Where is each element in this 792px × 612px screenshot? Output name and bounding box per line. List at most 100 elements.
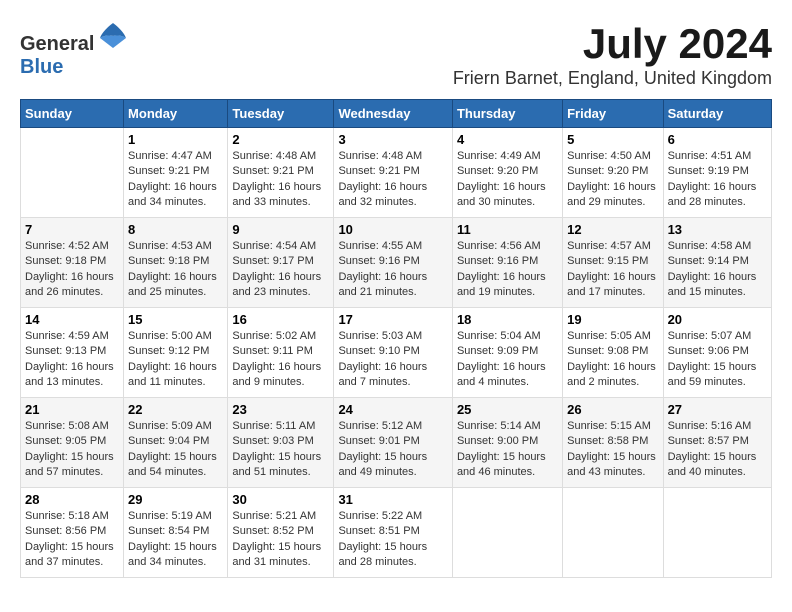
day-info: Sunrise: 4:48 AMSunset: 9:21 PMDaylight:… [338, 149, 448, 211]
calendar-header-row: SundayMondayTuesdayWednesdayThursdayFrid… [21, 100, 772, 128]
day-info: Sunrise: 5:02 AMSunset: 9:11 PMDaylight:… [232, 329, 329, 391]
day-info: Sunrise: 5:03 AMSunset: 9:10 PMDaylight:… [338, 329, 448, 391]
day-cell: 24 Sunrise: 5:12 AMSunset: 9:01 PMDayligh… [334, 398, 453, 488]
day-cell: 16 Sunrise: 5:02 AMSunset: 9:11 PMDayligh… [228, 308, 334, 398]
logo-icon [98, 20, 128, 50]
day-cell: 26Sunrise: 5:15 AMSunset: 8:58 PMDayligh… [563, 398, 663, 488]
day-info: Sunrise: 4:47 AMSunset: 9:21 PMDaylight:… [128, 149, 223, 211]
day-number: 5 [567, 132, 658, 147]
day-number: 31 [338, 492, 448, 507]
day-cell: 27 Sunrise: 5:16 AMSunset: 8:57 PMDayligh… [663, 398, 771, 488]
day-info: Sunrise: 5:16 AMSunset: 8:57 PMDaylight:… [668, 419, 767, 481]
day-cell: 18Sunrise: 5:04 AMSunset: 9:09 PMDayligh… [452, 308, 562, 398]
day-cell [563, 488, 663, 578]
day-number: 3 [338, 132, 448, 147]
header-sunday: Sunday [21, 100, 124, 128]
main-title: July 2024 [453, 20, 772, 68]
week-row-1: 1 Sunrise: 4:47 AMSunset: 9:21 PMDaylight… [21, 128, 772, 218]
day-number: 13 [668, 222, 767, 237]
day-number: 27 [668, 402, 767, 417]
day-info: Sunrise: 4:49 AMSunset: 9:20 PMDaylight:… [457, 149, 558, 211]
week-row-2: 7 Sunrise: 4:52 AMSunset: 9:18 PMDaylight… [21, 218, 772, 308]
day-cell: 3 Sunrise: 4:48 AMSunset: 9:21 PMDaylight… [334, 128, 453, 218]
day-number: 20 [668, 312, 767, 327]
calendar-table: SundayMondayTuesdayWednesdayThursdayFrid… [20, 99, 772, 578]
day-info: Sunrise: 5:09 AMSunset: 9:04 PMDaylight:… [128, 419, 223, 481]
day-info: Sunrise: 4:50 AMSunset: 9:20 PMDaylight:… [567, 149, 658, 211]
header-saturday: Saturday [663, 100, 771, 128]
day-number: 8 [128, 222, 223, 237]
day-cell: 8Sunrise: 4:53 AMSunset: 9:18 PMDaylight… [124, 218, 228, 308]
day-info: Sunrise: 5:04 AMSunset: 9:09 PMDaylight:… [457, 329, 558, 391]
day-cell: 20 Sunrise: 5:07 AMSunset: 9:06 PMDayligh… [663, 308, 771, 398]
day-number: 15 [128, 312, 223, 327]
day-cell: 1 Sunrise: 4:47 AMSunset: 9:21 PMDaylight… [124, 128, 228, 218]
day-number: 28 [25, 492, 119, 507]
header-monday: Monday [124, 100, 228, 128]
day-number: 4 [457, 132, 558, 147]
header-thursday: Thursday [452, 100, 562, 128]
day-cell [452, 488, 562, 578]
day-cell: 14 Sunrise: 4:59 AMSunset: 9:13 PMDayligh… [21, 308, 124, 398]
day-cell: 9 Sunrise: 4:54 AMSunset: 9:17 PMDaylight… [228, 218, 334, 308]
day-number: 29 [128, 492, 223, 507]
day-cell: 15 Sunrise: 5:00 AMSunset: 9:12 PMDayligh… [124, 308, 228, 398]
title-area: July 2024 Friern Barnet, England, United… [453, 20, 772, 89]
day-info: Sunrise: 5:12 AMSunset: 9:01 PMDaylight:… [338, 419, 448, 481]
subtitle: Friern Barnet, England, United Kingdom [453, 68, 772, 89]
day-cell: 22Sunrise: 5:09 AMSunset: 9:04 PMDayligh… [124, 398, 228, 488]
day-cell: 17 Sunrise: 5:03 AMSunset: 9:10 PMDayligh… [334, 308, 453, 398]
day-cell [663, 488, 771, 578]
day-number: 1 [128, 132, 223, 147]
day-info: Sunrise: 4:52 AMSunset: 9:18 PMDaylight:… [25, 239, 119, 301]
day-number: 16 [232, 312, 329, 327]
header-friday: Friday [563, 100, 663, 128]
day-info: Sunrise: 4:54 AMSunset: 9:17 PMDaylight:… [232, 239, 329, 301]
day-cell: 21Sunrise: 5:08 AMSunset: 9:05 PMDayligh… [21, 398, 124, 488]
day-info: Sunrise: 4:51 AMSunset: 9:19 PMDaylight:… [668, 149, 767, 211]
day-number: 19 [567, 312, 658, 327]
week-row-4: 21Sunrise: 5:08 AMSunset: 9:05 PMDayligh… [21, 398, 772, 488]
day-info: Sunrise: 5:19 AMSunset: 8:54 PMDaylight:… [128, 509, 223, 571]
day-info: Sunrise: 5:07 AMSunset: 9:06 PMDaylight:… [668, 329, 767, 391]
day-info: Sunrise: 4:59 AMSunset: 9:13 PMDaylight:… [25, 329, 119, 391]
day-cell: 29 Sunrise: 5:19 AMSunset: 8:54 PMDayligh… [124, 488, 228, 578]
day-info: Sunrise: 5:22 AMSunset: 8:51 PMDaylight:… [338, 509, 448, 571]
day-cell: 10 Sunrise: 4:55 AMSunset: 9:16 PMDayligh… [334, 218, 453, 308]
day-number: 12 [567, 222, 658, 237]
day-cell: 7 Sunrise: 4:52 AMSunset: 9:18 PMDaylight… [21, 218, 124, 308]
day-cell: 23Sunrise: 5:11 AMSunset: 9:03 PMDayligh… [228, 398, 334, 488]
logo-general: General [20, 33, 94, 55]
day-info: Sunrise: 5:11 AMSunset: 9:03 PMDaylight:… [232, 419, 329, 481]
header-tuesday: Tuesday [228, 100, 334, 128]
day-number: 9 [232, 222, 329, 237]
day-number: 30 [232, 492, 329, 507]
day-cell: 4 Sunrise: 4:49 AMSunset: 9:20 PMDaylight… [452, 128, 562, 218]
day-number: 7 [25, 222, 119, 237]
day-number: 2 [232, 132, 329, 147]
day-cell: 13Sunrise: 4:58 AMSunset: 9:14 PMDayligh… [663, 218, 771, 308]
day-info: Sunrise: 5:18 AMSunset: 8:56 PMDaylight:… [25, 509, 119, 571]
day-info: Sunrise: 5:00 AMSunset: 9:12 PMDaylight:… [128, 329, 223, 391]
logo: General Blue [20, 20, 128, 79]
day-number: 14 [25, 312, 119, 327]
day-cell: 12 Sunrise: 4:57 AMSunset: 9:15 PMDayligh… [563, 218, 663, 308]
day-number: 10 [338, 222, 448, 237]
day-info: Sunrise: 4:55 AMSunset: 9:16 PMDaylight:… [338, 239, 448, 301]
day-info: Sunrise: 5:05 AMSunset: 9:08 PMDaylight:… [567, 329, 658, 391]
day-info: Sunrise: 4:57 AMSunset: 9:15 PMDaylight:… [567, 239, 658, 301]
day-cell: 28 Sunrise: 5:18 AMSunset: 8:56 PMDayligh… [21, 488, 124, 578]
day-number: 6 [668, 132, 767, 147]
day-number: 24 [338, 402, 448, 417]
header-wednesday: Wednesday [334, 100, 453, 128]
week-row-3: 14 Sunrise: 4:59 AMSunset: 9:13 PMDayligh… [21, 308, 772, 398]
day-cell: 11Sunrise: 4:56 AMSunset: 9:16 PMDayligh… [452, 218, 562, 308]
day-info: Sunrise: 5:15 AMSunset: 8:58 PMDaylight:… [567, 419, 658, 481]
day-cell: 19 Sunrise: 5:05 AMSunset: 9:08 PMDayligh… [563, 308, 663, 398]
day-cell [21, 128, 124, 218]
day-number: 25 [457, 402, 558, 417]
day-info: Sunrise: 4:48 AMSunset: 9:21 PMDaylight:… [232, 149, 329, 211]
header: General Blue July 2024 Friern Barnet, En… [20, 20, 772, 89]
day-info: Sunrise: 5:21 AMSunset: 8:52 PMDaylight:… [232, 509, 329, 571]
day-number: 17 [338, 312, 448, 327]
